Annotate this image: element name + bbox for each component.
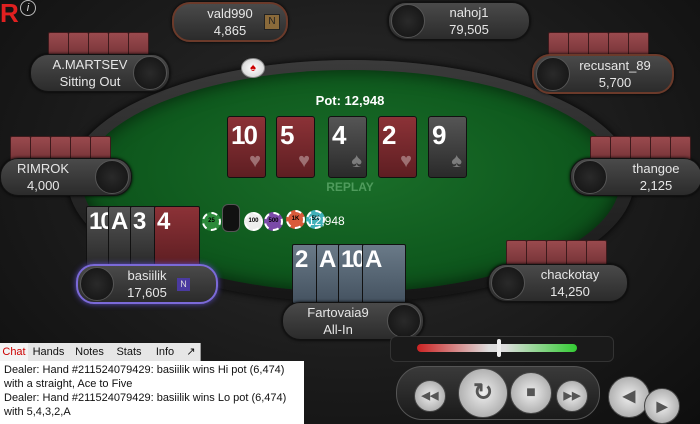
board-card: 4 ♠ [328,116,367,178]
player-name: chackotay [540,267,600,282]
seat-thangoe[interactable]: thangoe 2,125 [570,158,700,196]
player-name: recusant_89 [579,58,651,73]
tab-info[interactable]: Info [148,343,183,361]
player-stack: 2,125 [639,178,673,193]
pot-amount: 12,948 [308,214,345,228]
seat-a-martsev[interactable]: A.MARTSEV Sitting Out [30,54,170,92]
chip-100: 100 [244,212,263,231]
seat-fartovaia9[interactable]: Fartovaia9 All-In [282,302,424,340]
slider-handle[interactable] [497,339,501,357]
seat-recusant-89[interactable]: recusant_89 5,700 [532,54,674,94]
tab-notes[interactable]: Notes [69,343,111,361]
chat-line: Dealer: Hand #211524079429: basiilik win… [4,392,287,418]
player-status: Sitting Out [59,74,121,89]
replay-button[interactable]: ↻ [458,368,508,418]
rewind-button[interactable]: ◀◀ [414,380,446,412]
chip-25: 25 [202,212,221,231]
popout-icon[interactable]: ↗ [182,343,201,361]
seat-avatar-slot [573,160,607,194]
player-stack: 4,000 [27,178,60,193]
tab-hands[interactable]: Hands [28,343,70,361]
note-badge[interactable]: N [264,14,280,30]
note-badge[interactable]: N [177,278,190,291]
site-logo: R [0,0,19,28]
tab-stats[interactable]: Stats [110,343,149,361]
seat-avatar-slot [95,160,129,194]
player-name: nahoj1 [449,5,489,20]
player-stack: 14,250 [550,284,590,299]
chip-stack-icon [222,204,240,232]
stop-button[interactable]: ■ [510,372,552,414]
replay-label: REPLAY [326,180,374,194]
player-name: thangoe [632,161,680,176]
chat-line: Dealer: Hand #211524079429: basiilik win… [4,364,285,390]
player-stack: 17,605 [127,285,167,300]
next-hand-button[interactable]: ▶ [644,388,680,424]
player-stack: 5,700 [598,75,632,90]
hole-card: A [362,244,406,304]
board-card: 9 ♠ [428,116,467,178]
chip-1k: 1K [286,210,305,229]
player-name: A.MARTSEV [52,57,128,72]
player-name: basiilik [127,268,167,283]
replay-speed-slider[interactable] [390,336,614,362]
board-card: 5 ♥ [276,116,315,178]
player-status: All-In [323,322,353,337]
player-name: Fartovaia9 [307,305,369,320]
hole-card: 4 [154,206,200,266]
prev-hand-button[interactable]: ◀ [608,376,650,418]
seat-chackotay[interactable]: chackotay 14,250 [488,264,628,302]
tab-chat[interactable]: Chat [0,343,29,361]
seat-nahoj1[interactable]: nahoj1 79,505 [388,2,530,40]
seat-rimrok[interactable]: RIMROK 4,000 [0,158,132,196]
board-card: 2 ♥ [378,116,417,178]
board-card: 10 ♥ [227,116,266,178]
dealer-button: ♠ [241,58,265,78]
seat-vald990[interactable]: vald990 4,865 N [172,2,288,42]
chat-log: Dealer: Hand #211524079429: basiilik win… [0,361,304,424]
pot-label: Pot: 12,948 [315,93,385,108]
player-name: RIMROK [17,161,69,176]
chat-tabs: Chat Hands Notes Stats Info ↗ [0,343,201,361]
player-stack: 79,505 [449,22,489,37]
seat-basiilik[interactable]: basiilik 17,605 N [76,264,218,304]
fast-forward-button[interactable]: ▶▶ [556,380,588,412]
info-icon[interactable]: i [20,0,36,16]
chip-500: 500 [264,212,283,231]
